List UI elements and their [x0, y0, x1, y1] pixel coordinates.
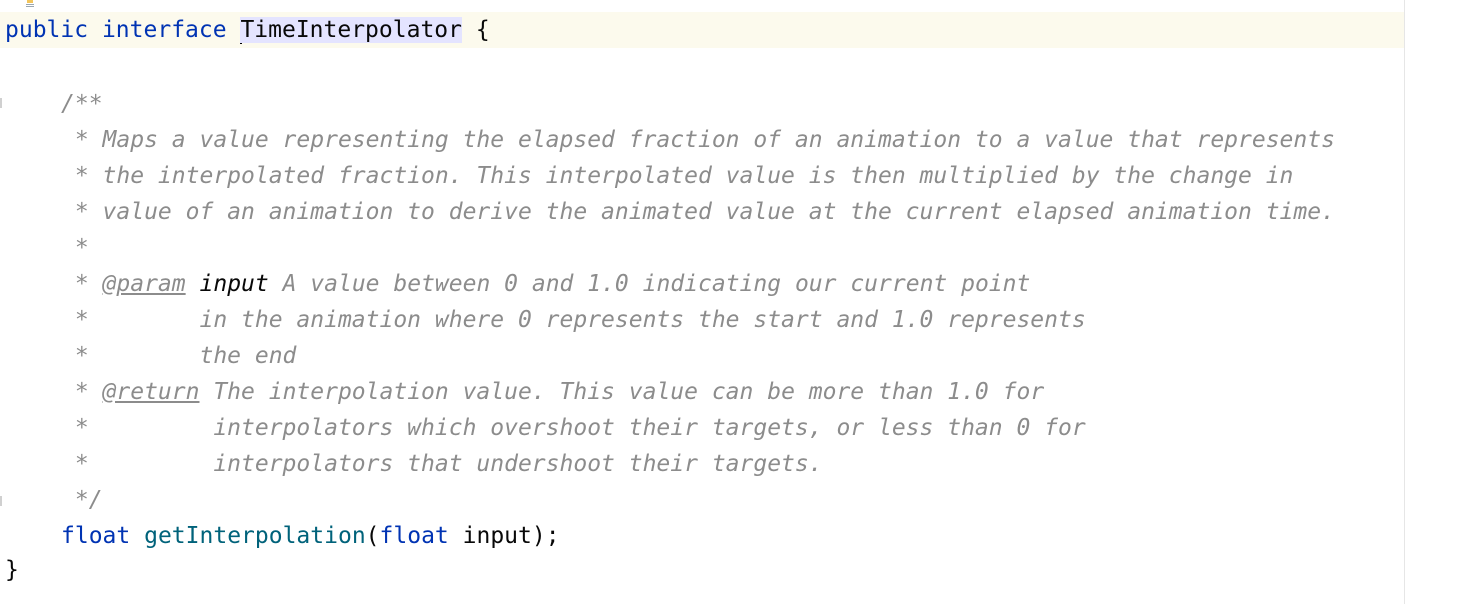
doc-param-cont-2: * the end	[61, 343, 297, 369]
editor-right-gutter[interactable]	[1404, 0, 1462, 604]
interface-name[interactable]: TimeInterpolator	[240, 17, 462, 43]
doc-return-cont-2: * interpolators that undershoot their ta…	[61, 451, 823, 477]
doc-line-4: *	[61, 235, 89, 261]
doc-return-line: * @return The interpolation value. This …	[61, 374, 1044, 410]
doc-line-1: * Maps a value representing the elapsed …	[61, 127, 1335, 153]
doc-line-2: * the interpolated fraction. This interp…	[61, 163, 1294, 189]
doc-open: /**	[61, 91, 103, 117]
fold-marker-start[interactable]	[0, 98, 2, 108]
method-name[interactable]: getInterpolation	[144, 523, 366, 549]
doc-return-star: *	[61, 379, 103, 405]
code-line-interface-declaration[interactable]: public interface TimeInterpolator {	[5, 12, 490, 48]
doc-param-name[interactable]: input	[200, 271, 269, 297]
intention-bulb-icon[interactable]	[22, 0, 38, 8]
doc-param-tag[interactable]: @param	[103, 271, 186, 297]
open-paren: (	[365, 523, 380, 549]
param-and-close: input);	[448, 523, 560, 549]
doc-return-desc: The interpolation value. This value can …	[199, 379, 1045, 405]
code-line-method-declaration[interactable]: float getInterpolation(float input);	[61, 518, 560, 554]
doc-return-cont-1: * interpolators which overshoot their ta…	[61, 415, 1086, 441]
code-editor[interactable]: public interface TimeInterpolator { /** …	[0, 0, 1462, 604]
fold-marker-end[interactable]	[0, 496, 2, 506]
doc-param-line: * @param input A value between 0 and 1.0…	[61, 266, 1031, 302]
keyword-interface: interface	[101, 17, 227, 43]
keyword-public: public	[5, 17, 89, 43]
doc-line-3: * value of an animation to derive the an…	[61, 199, 1335, 225]
doc-param-star: *	[61, 271, 103, 297]
doc-param-cont-1: * in the animation where 0 represents th…	[61, 307, 1086, 333]
doc-return-tag[interactable]: @return	[103, 379, 200, 405]
open-brace: {	[475, 17, 490, 43]
doc-close: */	[61, 487, 103, 513]
keyword-float-param: float	[379, 523, 449, 549]
closing-brace: }	[5, 557, 19, 583]
doc-param-desc: A value between 0 and 1.0 indicating our…	[268, 271, 1031, 297]
keyword-float-return: float	[61, 523, 131, 549]
